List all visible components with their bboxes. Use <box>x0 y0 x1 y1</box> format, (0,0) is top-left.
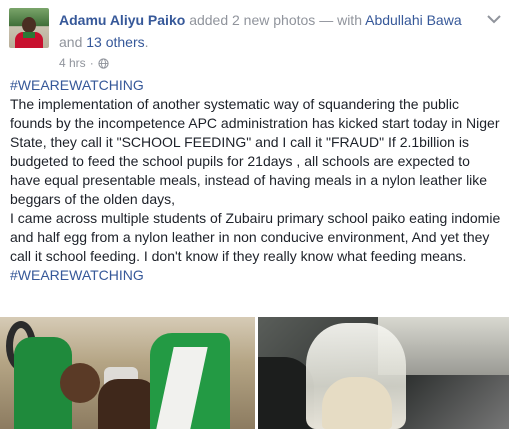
hashtag-top-link[interactable]: #WEAREWATCHING <box>10 76 502 95</box>
post-body: #WEAREWATCHING The implementation of ano… <box>10 76 502 285</box>
author-avatar[interactable] <box>9 8 49 48</box>
hashtag-bottom-link[interactable]: #WEAREWATCHING <box>10 266 502 285</box>
post-attribution: Adamu Aliyu Paiko added 2 new photos — w… <box>59 10 479 30</box>
photo-students-in-green-uniforms[interactable] <box>0 317 255 429</box>
post-attribution-continued: and 13 others. <box>59 32 149 52</box>
tagged-person-link[interactable]: Abdullahi Bawa <box>365 12 462 28</box>
post-timestamp-link[interactable]: 4 hrs <box>59 56 86 70</box>
post-header: Adamu Aliyu Paiko added 2 new photos — w… <box>0 0 509 72</box>
post-meta: 4 hrs · <box>59 56 109 70</box>
post-action-text: added 2 new photos <box>189 12 316 28</box>
post-paragraph-1: The implementation of another systematic… <box>10 96 500 207</box>
and-text: and <box>59 34 83 50</box>
photo-grid <box>0 317 509 429</box>
chevron-down-icon[interactable] <box>487 14 501 24</box>
meta-separator: · <box>89 56 94 70</box>
globe-icon[interactable] <box>98 57 109 69</box>
period-text: . <box>144 34 149 50</box>
post-paragraph-2: I came across multiple students of Zubai… <box>10 210 501 264</box>
author-name-link[interactable]: Adamu Aliyu Paiko <box>59 12 185 28</box>
photo-food-in-nylon-bag[interactable] <box>258 317 509 429</box>
others-link[interactable]: 13 others <box>86 34 144 50</box>
with-prefix-text: — with <box>319 12 362 28</box>
